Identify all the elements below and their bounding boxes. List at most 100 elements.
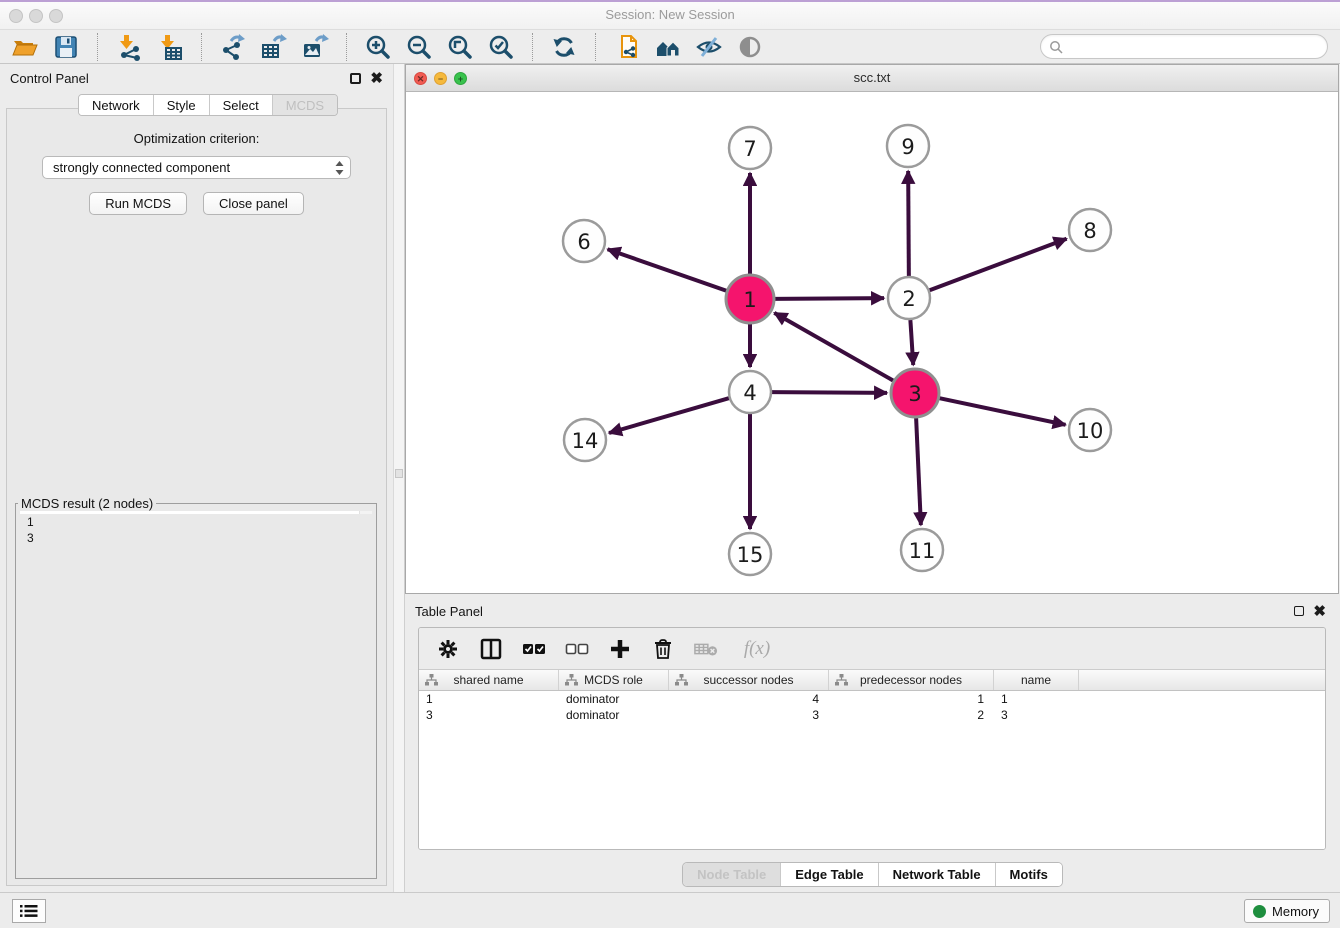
tab-network[interactable]: Network bbox=[79, 95, 154, 115]
memory-button[interactable]: Memory bbox=[1244, 899, 1330, 923]
close-table-panel-icon[interactable]: ✖ bbox=[1313, 606, 1326, 617]
import-network-icon[interactable] bbox=[114, 32, 144, 62]
column-type-icon bbox=[675, 674, 688, 686]
control-panel-title: Control Panel bbox=[10, 71, 89, 86]
float-table-panel-icon[interactable] bbox=[1294, 606, 1304, 616]
zoom-out-icon[interactable] bbox=[404, 32, 434, 62]
column-header-shared-name[interactable]: shared name bbox=[419, 670, 559, 690]
column-label: shared name bbox=[453, 673, 523, 687]
first-neighbors-icon[interactable] bbox=[653, 32, 683, 62]
zoom-fit-icon[interactable] bbox=[445, 32, 475, 62]
network-view-window: ✕ − + scc.txt 7968124314101511 bbox=[405, 64, 1339, 594]
graph-edge-2-3[interactable] bbox=[910, 320, 913, 365]
search-field[interactable] bbox=[1040, 34, 1328, 59]
optimization-criterion-label: Optimization criterion: bbox=[134, 131, 260, 146]
column-label: successor nodes bbox=[703, 673, 793, 687]
cell-shared-name[interactable]: 3 bbox=[419, 707, 559, 723]
graph-edge-2-9[interactable] bbox=[908, 171, 909, 276]
run-mcds-button[interactable]: Run MCDS bbox=[89, 192, 187, 215]
column-label: MCDS role bbox=[584, 673, 643, 687]
table-row[interactable]: 3 dominator 3 2 3 bbox=[419, 707, 1325, 723]
clone-network-icon[interactable] bbox=[612, 32, 642, 62]
hide-selected-eye-icon[interactable] bbox=[694, 32, 724, 62]
memory-status-icon bbox=[1253, 905, 1266, 918]
tab-mcds[interactable]: MCDS bbox=[273, 95, 337, 115]
control-panel: Control Panel ✖ Network Style Select MCD… bbox=[0, 64, 393, 892]
save-session-icon[interactable] bbox=[51, 32, 81, 62]
graph-node-label: 6 bbox=[577, 230, 590, 254]
cell-successor-nodes[interactable]: 3 bbox=[669, 707, 829, 723]
import-table-icon[interactable] bbox=[155, 32, 185, 62]
cell-predecessor-nodes[interactable]: 1 bbox=[829, 691, 994, 707]
table-empty-area bbox=[419, 723, 1325, 849]
cell-shared-name[interactable]: 1 bbox=[419, 691, 559, 707]
export-image-icon[interactable] bbox=[300, 32, 330, 62]
cell-mcds-role[interactable]: dominator bbox=[559, 707, 669, 723]
refresh-view-icon[interactable] bbox=[549, 32, 579, 62]
result-line: 1 bbox=[27, 514, 372, 530]
split-columns-icon[interactable] bbox=[479, 637, 503, 661]
network-window-titlebar[interactable]: ✕ − + scc.txt bbox=[406, 65, 1338, 92]
column-type-icon bbox=[425, 674, 438, 686]
tab-motifs[interactable]: Motifs bbox=[996, 863, 1062, 886]
network-minimize-button[interactable]: − bbox=[434, 72, 447, 85]
graph-edge-1-2[interactable] bbox=[775, 298, 884, 299]
network-canvas[interactable]: 7968124314101511 bbox=[406, 92, 1338, 593]
graph-edge-1-6[interactable] bbox=[608, 249, 727, 291]
cell-predecessor-nodes[interactable]: 2 bbox=[829, 707, 994, 723]
divider-grip-icon[interactable] bbox=[395, 469, 403, 478]
show-all-eye-icon[interactable] bbox=[735, 32, 765, 62]
export-network-icon[interactable] bbox=[218, 32, 248, 62]
column-header-mcds-role[interactable]: MCDS role bbox=[559, 670, 669, 690]
network-zoom-button[interactable]: + bbox=[454, 72, 467, 85]
mcds-result-textarea[interactable]: 1 3 bbox=[20, 511, 372, 514]
graph-edge-3-1[interactable] bbox=[774, 313, 893, 381]
graph-edge-4-14[interactable] bbox=[609, 398, 729, 433]
deselect-all-checkboxes-icon[interactable] bbox=[565, 637, 589, 661]
graph-edge-3-11[interactable] bbox=[916, 418, 921, 525]
table-toolbar: f(x) bbox=[419, 628, 1325, 670]
float-panel-icon[interactable] bbox=[350, 73, 361, 84]
table-panel-title: Table Panel bbox=[415, 604, 483, 619]
optimization-criterion-select[interactable]: strongly connected component bbox=[42, 156, 351, 179]
cell-name[interactable]: 1 bbox=[994, 691, 1079, 707]
settings-gear-icon[interactable] bbox=[436, 637, 460, 661]
add-column-icon[interactable] bbox=[608, 637, 632, 661]
export-table-icon[interactable] bbox=[259, 32, 289, 62]
select-all-checkboxes-icon[interactable] bbox=[522, 637, 546, 661]
panel-divider[interactable] bbox=[393, 64, 405, 892]
tab-style[interactable]: Style bbox=[154, 95, 210, 115]
graph-edge-2-8[interactable] bbox=[930, 239, 1067, 290]
tab-node-table[interactable]: Node Table bbox=[683, 863, 781, 886]
open-session-icon[interactable] bbox=[10, 32, 40, 62]
zoom-selected-icon[interactable] bbox=[486, 32, 516, 62]
delete-column-trash-icon[interactable] bbox=[651, 637, 675, 661]
dropdown-stepper-icon bbox=[335, 161, 344, 175]
delete-table-icon[interactable] bbox=[694, 637, 718, 661]
tab-select[interactable]: Select bbox=[210, 95, 273, 115]
zoom-in-icon[interactable] bbox=[363, 32, 393, 62]
result-scrollbar[interactable] bbox=[359, 511, 372, 514]
column-header-predecessor-nodes[interactable]: predecessor nodes bbox=[829, 670, 994, 690]
network-title: scc.txt bbox=[406, 65, 1338, 91]
list-icon bbox=[20, 904, 38, 918]
column-label: name bbox=[1021, 673, 1051, 687]
tab-network-table[interactable]: Network Table bbox=[879, 863, 996, 886]
table-row[interactable]: 1 dominator 4 1 1 bbox=[419, 691, 1325, 707]
search-input[interactable] bbox=[1068, 37, 1327, 57]
close-panel-button[interactable]: Close panel bbox=[203, 192, 304, 215]
column-header-name[interactable]: name bbox=[994, 670, 1079, 690]
cell-mcds-role[interactable]: dominator bbox=[559, 691, 669, 707]
tab-edge-table[interactable]: Edge Table bbox=[781, 863, 878, 886]
graph-node-label: 1 bbox=[743, 288, 756, 312]
task-history-button[interactable] bbox=[12, 899, 46, 923]
cell-successor-nodes[interactable]: 4 bbox=[669, 691, 829, 707]
function-builder-icon[interactable]: f(x) bbox=[737, 637, 777, 661]
graph-edge-3-10[interactable] bbox=[939, 398, 1065, 425]
column-header-successor-nodes[interactable]: successor nodes bbox=[669, 670, 829, 690]
cell-name[interactable]: 3 bbox=[994, 707, 1079, 723]
network-close-button[interactable]: ✕ bbox=[414, 72, 427, 85]
graph-edge-4-3[interactable] bbox=[772, 392, 887, 393]
memory-label: Memory bbox=[1272, 904, 1319, 919]
close-panel-icon[interactable]: ✖ bbox=[370, 73, 383, 84]
